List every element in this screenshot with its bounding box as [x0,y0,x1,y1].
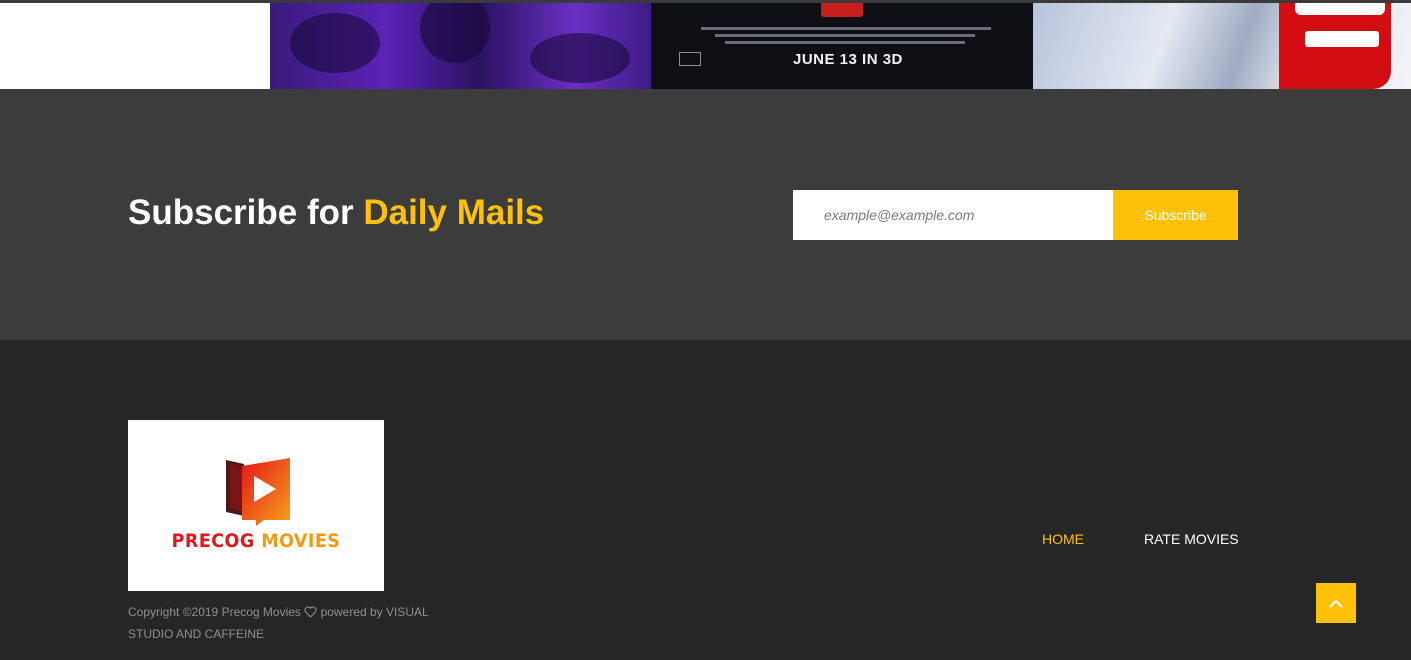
back-to-top-button[interactable] [1316,583,1356,623]
movie-poster-silver[interactable] [1033,3,1411,89]
footer: PRECOG MOVIES Copyright ©2019 Precog Mov… [0,340,1411,660]
nav-rate-movies[interactable]: RATE MOVIES [1144,531,1239,547]
logo-wordmark: PRECOG MOVIES [138,530,374,552]
logo-word-movies: MOVIES [261,530,341,552]
subscribe-title-prefix: Subscribe for [128,193,364,232]
subscribe-title: Subscribe for Daily Mails [128,193,544,233]
site-logo[interactable]: PRECOG MOVIES [128,420,384,591]
heart-icon [304,606,317,618]
copyright-owner: Copyright ©2019 Precog Movies [128,605,301,619]
chevron-up-icon [1329,599,1343,608]
subscribe-section: Subscribe for Daily Mails Subscribe [0,89,1411,340]
poster-release-text: JUNE 13 IN 3D [793,51,903,68]
play-logo-icon [226,458,290,526]
nav-home[interactable]: HOME [1042,531,1084,547]
movie-poster-dragon[interactable]: JUNE 13 IN 3D [651,3,1033,89]
email-input[interactable] [793,190,1113,240]
poster-red-tab [821,3,863,17]
subscribe-title-accent: Daily Mails [363,193,545,232]
movie-poster-purple[interactable] [270,3,651,89]
poster-strip: JUNE 13 IN 3D [0,3,1411,89]
copyright-text: Copyright ©2019 Precog Movies powered by… [128,601,458,645]
subscribe-button[interactable]: Subscribe [1113,190,1238,240]
logo-word-precog: PRECOG [171,530,255,552]
rating-box [679,52,701,66]
